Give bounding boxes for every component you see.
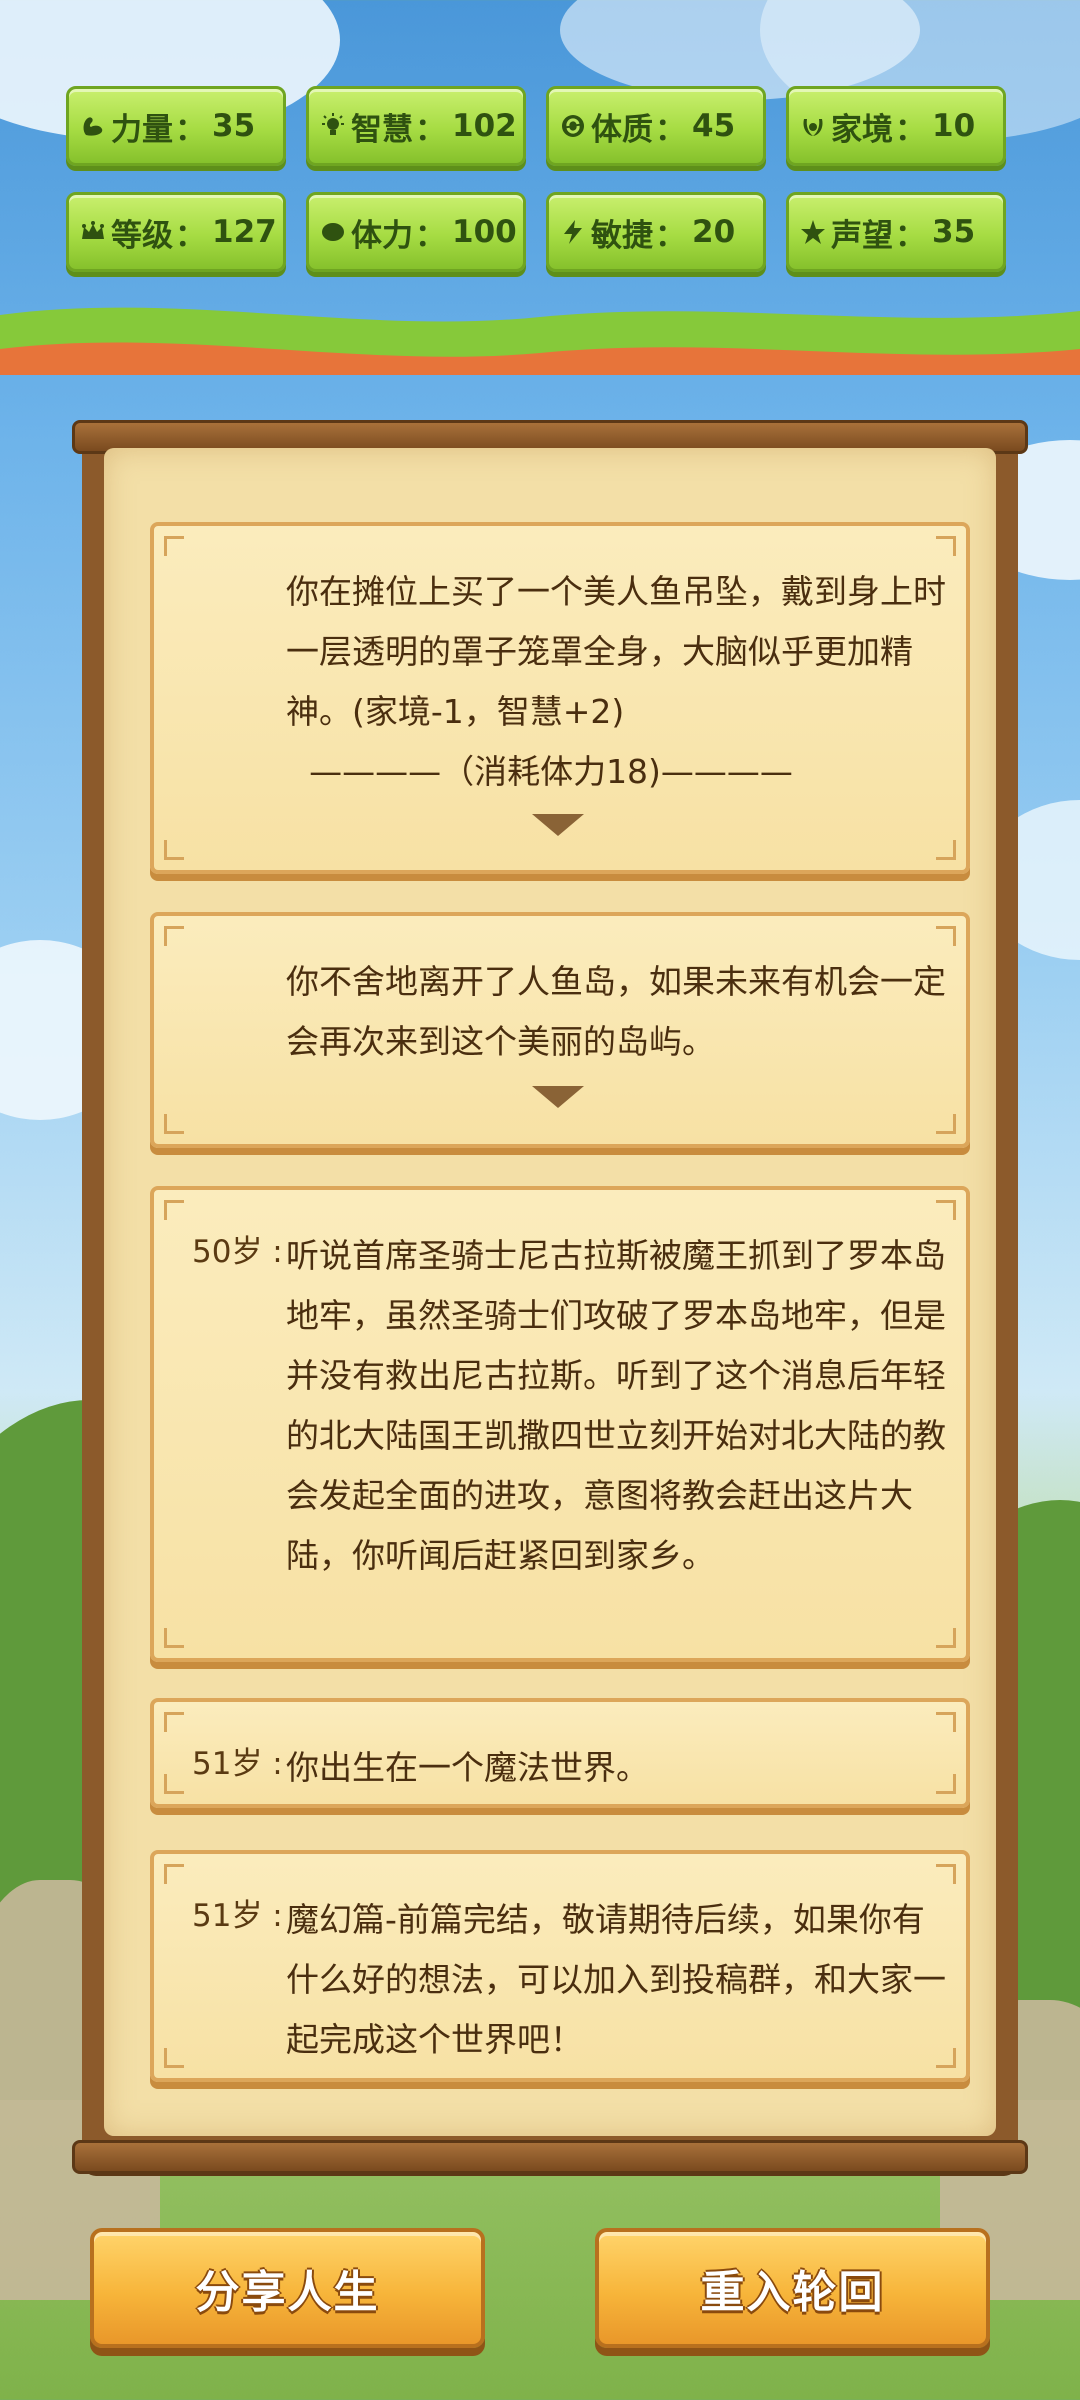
stat-label: 敏捷 xyxy=(591,217,653,254)
stat-label: 力量 xyxy=(111,111,173,148)
stat-value: 127 xyxy=(212,214,277,250)
stat-value: 10 xyxy=(932,108,976,144)
share-life-button[interactable]: 分享人生 xyxy=(90,2228,485,2348)
scroll-bottom-rod xyxy=(72,2140,1028,2174)
stat-separator: ： xyxy=(655,217,686,254)
stat-crown: 等级： 127 xyxy=(66,192,286,272)
stat-lightning: 敏捷： 20 xyxy=(546,192,766,272)
star-icon xyxy=(799,218,827,246)
grass-divider xyxy=(0,307,1080,375)
stat-value: 20 xyxy=(692,214,736,250)
log-cost: ————（消耗体力18)———— xyxy=(309,752,793,791)
stat-value: 100 xyxy=(452,214,517,250)
log-text-body: 魔幻篇-前篇完结，敬请期待后续，如果你有什么好的想法，可以加入到投稿群，和大家一… xyxy=(286,1900,946,2059)
stat-lightbulb: 智慧： 102 xyxy=(306,86,526,166)
stat-separator: ： xyxy=(655,111,686,148)
log-entry: 51岁 : 魔幻篇-前篇完结，敬请期待后续，如果你有什么好的想法，可以加入到投稿群… xyxy=(150,1850,970,2082)
stat-star: 声望： 35 xyxy=(786,192,1006,272)
stat-value: 35 xyxy=(212,108,256,144)
stat-refresh: 体质： 45 xyxy=(546,86,766,166)
stat-muscle: 力量： 35 xyxy=(66,86,286,166)
stat-heart: 体力： 100 xyxy=(306,192,526,272)
refresh-icon xyxy=(559,112,587,140)
log-age: 50岁 : xyxy=(192,1234,283,1270)
reincarnate-button[interactable]: 重入轮回 xyxy=(595,2228,990,2348)
log-text-body: 听说首席圣骑士尼古拉斯被魔王抓到了罗本岛地牢，虽然圣骑士们攻破了罗本岛地牢，但是… xyxy=(286,1236,946,1575)
stats-panel: 力量： 35 智慧： 102 体质： 45 家境： 10 等级： 127 体力： 100 敏捷： 20 声望… xyxy=(66,86,1016,272)
log-entry: 你不舍地离开了人鱼岛，如果未来有机会一定会再次来到这个美丽的岛屿。 xyxy=(150,912,970,1148)
log-text-body: 你在摊位上买了一个美人鱼吊坠，戴到身上时一层透明的罩子笼罩全身，大脑似乎更加精神… xyxy=(286,572,946,731)
stat-separator: ： xyxy=(895,217,926,254)
log-age: 51岁 : xyxy=(192,1746,283,1782)
stat-separator: ： xyxy=(175,111,206,148)
expand-arrow-icon[interactable] xyxy=(532,814,584,836)
stat-laurel: 家境： 10 xyxy=(786,86,1006,166)
stat-value: 35 xyxy=(932,214,976,250)
stat-separator: ： xyxy=(175,217,206,254)
laurel-icon xyxy=(799,112,827,140)
stat-label: 体质 xyxy=(591,111,653,148)
lightning-icon xyxy=(559,218,587,246)
heart-icon xyxy=(319,218,347,246)
log-text-body: 你出生在一个魔法世界。 xyxy=(286,1748,649,1787)
log-entry: 50岁 : 听说首席圣骑士尼古拉斯被魔王抓到了罗本岛地牢，虽然圣骑士们攻破了罗本岛… xyxy=(150,1186,970,1662)
log-age: 51岁 : xyxy=(192,1898,283,1934)
stat-value: 102 xyxy=(452,108,517,144)
stat-value: 45 xyxy=(692,108,736,144)
stat-label: 家境 xyxy=(831,111,893,148)
log-text-body: 你不舍地离开了人鱼岛，如果未来有机会一定会再次来到这个美丽的岛屿。 xyxy=(286,962,946,1061)
lightbulb-icon xyxy=(319,112,347,140)
muscle-icon xyxy=(79,112,107,140)
stat-separator: ： xyxy=(415,217,446,254)
stat-label: 声望 xyxy=(831,217,893,254)
stat-separator: ： xyxy=(895,111,926,148)
log-text: 你在摊位上买了一个美人鱼吊坠，戴到身上时一层透明的罩子笼罩全身，大脑似乎更加精神… xyxy=(286,562,946,802)
log-text: 魔幻篇-前篇完结，敬请期待后续，如果你有什么好的想法，可以加入到投稿群，和大家一… xyxy=(286,1890,946,2070)
stat-label: 体力 xyxy=(351,217,413,254)
log-text: 你不舍地离开了人鱼岛，如果未来有机会一定会再次来到这个美丽的岛屿。 xyxy=(286,952,946,1072)
log-entry: 51岁 : 你出生在一个魔法世界。 xyxy=(150,1698,970,1808)
log-text: 听说首席圣骑士尼古拉斯被魔王抓到了罗本岛地牢，虽然圣骑士们攻破了罗本岛地牢，但是… xyxy=(286,1226,946,1586)
expand-arrow-icon[interactable] xyxy=(532,1086,584,1108)
stat-label: 等级 xyxy=(111,217,173,254)
stat-separator: ： xyxy=(415,111,446,148)
log-text: 你出生在一个魔法世界。 xyxy=(286,1738,946,1798)
stat-label: 智慧 xyxy=(351,111,413,148)
log-entry: 你在摊位上买了一个美人鱼吊坠，戴到身上时一层透明的罩子笼罩全身，大脑似乎更加精神… xyxy=(150,522,970,874)
crown-icon xyxy=(79,218,107,246)
